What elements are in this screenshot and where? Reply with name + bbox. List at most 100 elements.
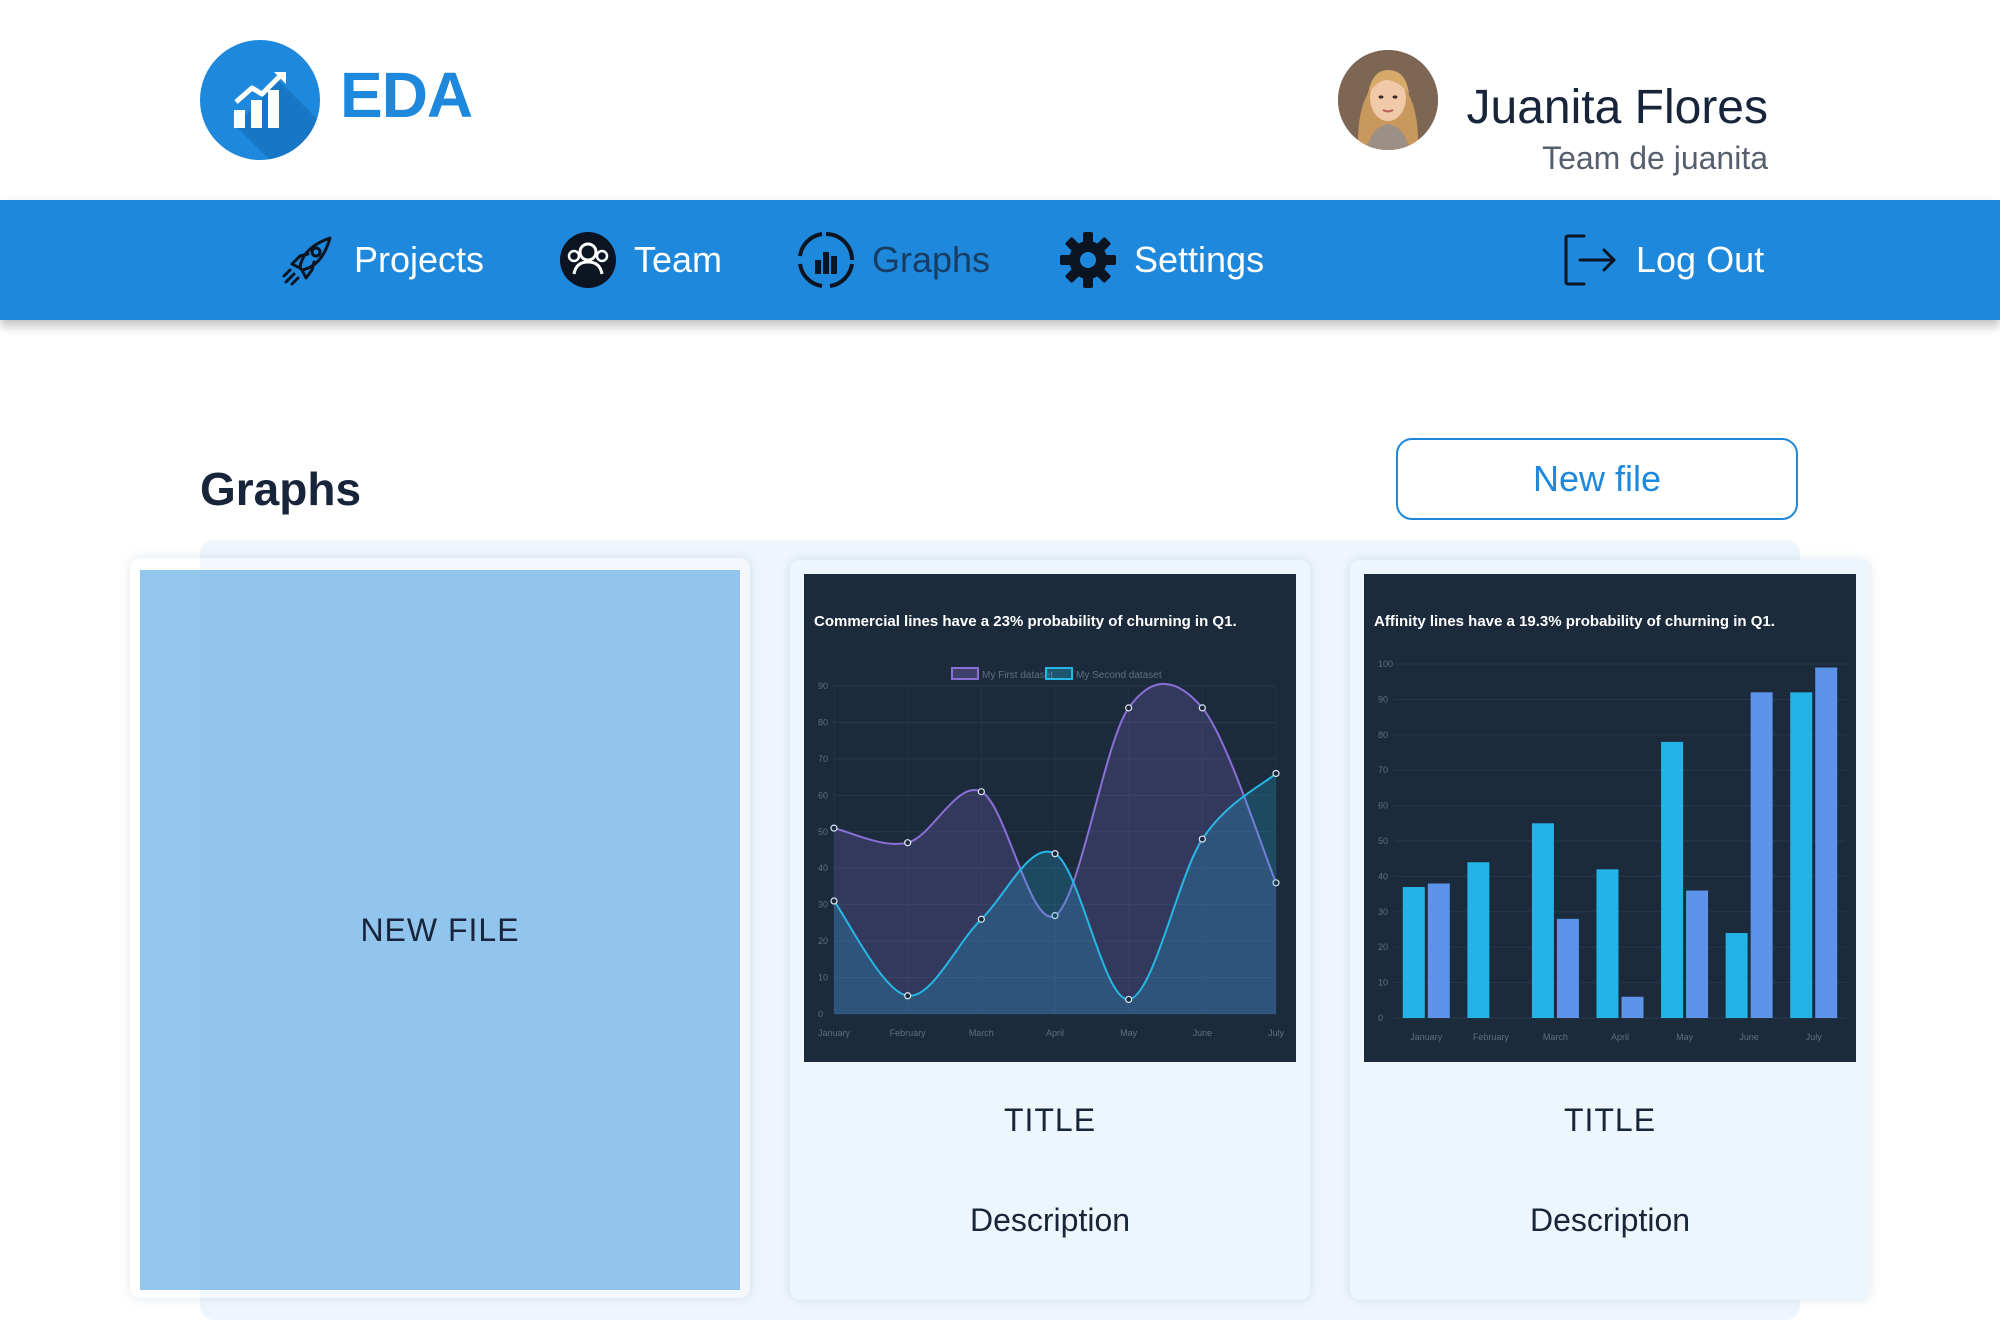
y-tick-label: 90 [1378,694,1388,704]
data-point [830,824,838,832]
chart-thumbnail: Affinity lines have a 19.3% probability … [1364,574,1856,1062]
y-tick-label: 10 [818,973,828,983]
data-point [1125,704,1133,712]
logout-icon [1564,234,1616,286]
y-tick-label: 30 [1378,907,1388,917]
user-team: Team de juanita [1542,140,1768,176]
nav-label-team: Team [634,239,723,280]
rocket-icon [282,236,332,286]
x-tick-label: April [1611,1032,1629,1042]
y-tick-label: 0 [1378,1013,1383,1023]
nav-item-projects[interactable]: Projects [278,200,484,320]
y-tick-label: 70 [818,754,828,764]
card-title: TITLE [1003,1102,1097,1138]
y-tick-label: 20 [1378,942,1388,952]
x-tick-label: January [818,1028,851,1038]
new-file-button[interactable]: New file [1396,438,1798,520]
bar [1661,741,1684,1018]
legend-swatch [1045,667,1073,680]
y-tick-label: 90 [818,681,828,691]
bar [1790,692,1813,1018]
data-point [1051,850,1059,858]
x-tick-label: February [890,1028,927,1038]
page-title: Graphs [200,463,362,515]
y-tick-label: 70 [1378,765,1388,775]
y-tick-label: 100 [1378,659,1393,669]
x-tick-label: March [969,1028,994,1038]
data-point [904,839,912,847]
legend-label: My Second dataset [1076,670,1162,681]
gear-icon [1060,232,1116,288]
data-point [977,788,985,796]
data-point [904,992,912,1000]
graph-card[interactable]: Commercial lines have a 23% probability … [790,560,1310,1300]
y-tick-label: 60 [818,790,828,800]
card-description: Description [1529,1202,1691,1238]
bar [1686,890,1709,1018]
y-tick-label: 0 [818,1009,823,1019]
graphs-icon [798,232,854,288]
y-tick-label: 40 [1378,871,1388,881]
x-tick-label: January [1410,1032,1443,1042]
nav-item-team[interactable]: Team [558,200,722,320]
data-point [977,915,985,923]
chart-title: Commercial lines have a 23% probability … [814,613,1237,630]
logout-label: Log Out [1636,239,1765,280]
card-description: Description [969,1202,1131,1238]
y-tick-label: 50 [818,827,828,837]
data-point [1198,704,1206,712]
y-tick-label: 40 [818,863,828,873]
legend-label: My First dataset [982,670,1053,681]
y-tick-label: 60 [1378,801,1388,811]
bar [1750,692,1773,1018]
x-tick-label: May [1676,1032,1694,1042]
brand-name[interactable]: EDA [340,58,473,132]
bar [1467,862,1490,1018]
y-tick-label: 50 [1378,836,1388,846]
logout-button[interactable]: Log Out [1560,200,1764,320]
x-tick-label: March [1543,1032,1568,1042]
data-point [1125,995,1133,1004]
new-file-card[interactable]: NEW FILE [130,558,750,1298]
card-title: TITLE [1563,1102,1657,1138]
bar [1596,869,1619,1018]
nav-label-projects: Projects [354,239,485,280]
new-file-card-label: NEW FILE [360,911,520,948]
x-tick-label: April [1046,1028,1064,1038]
nav-item-settings[interactable]: Settings [1058,200,1264,320]
y-tick-label: 10 [1378,978,1388,988]
data-point [830,897,838,905]
bar [1402,887,1425,1018]
nav-label-settings: Settings [1134,239,1265,280]
graph-card[interactable]: Affinity lines have a 19.3% probability … [1350,560,1870,1300]
y-tick-label: 20 [818,936,828,946]
x-tick-label: June [1193,1028,1213,1038]
avatar[interactable] [1338,50,1438,150]
x-tick-label: May [1120,1028,1138,1038]
y-tick-label: 80 [1378,730,1388,740]
x-tick-label: June [1739,1032,1759,1042]
x-tick-label: July [1806,1032,1823,1042]
user-name: Juanita Flores [1466,81,1768,134]
team-icon [560,232,616,288]
y-tick-label: 30 [818,900,828,910]
main-nav: Projects Team Graphs Settings Log Out [0,200,2000,320]
new-file-card-area[interactable]: NEW FILE [140,570,740,1290]
logo[interactable] [200,40,320,160]
chart-title: Affinity lines have a 19.3% probability … [1374,613,1775,630]
legend-swatch [951,667,979,680]
bar [1427,883,1450,1018]
nav-item-graphs[interactable]: Graphs [796,200,990,320]
nav-label-graphs: Graphs [872,239,991,280]
data-point [1272,769,1280,778]
bar [1815,667,1838,1018]
y-tick-label: 80 [818,717,828,727]
bar [1531,823,1554,1018]
bar [1725,933,1748,1018]
chart-thumbnail: Commercial lines have a 23% probability … [804,574,1296,1062]
avatar-image [1338,50,1438,150]
x-tick-label: July [1268,1028,1285,1038]
data-point [1198,835,1206,843]
bar [1556,918,1579,1018]
logo-chart-icon [234,72,320,160]
